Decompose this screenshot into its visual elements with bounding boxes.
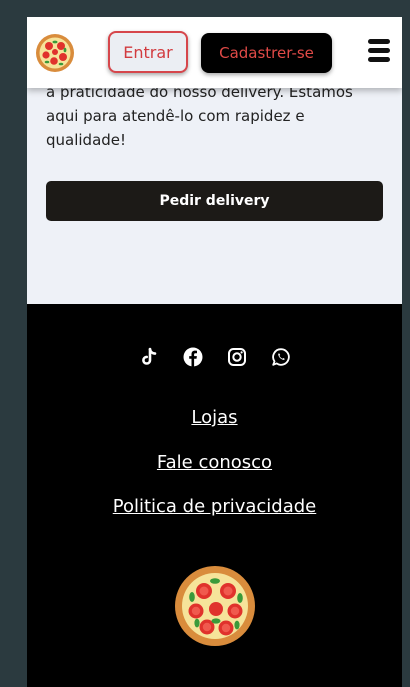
top-header: Entrar Cadastrer-se xyxy=(27,17,402,88)
login-button[interactable]: Entrar xyxy=(108,31,188,73)
pizza-logo-icon[interactable] xyxy=(35,33,75,73)
signup-button[interactable]: Cadastrer-se xyxy=(201,33,332,73)
instagram-icon[interactable] xyxy=(227,347,247,367)
pizza-icon xyxy=(175,566,255,646)
facebook-icon[interactable] xyxy=(183,347,203,367)
menu-bar xyxy=(368,57,390,62)
footer-link-privacidade[interactable]: Politica de privacidade xyxy=(27,496,402,517)
hero-description: a praticidade do nosso delivery. Estamos… xyxy=(46,83,353,149)
hamburger-menu-icon[interactable] xyxy=(368,39,390,63)
menu-bar xyxy=(368,48,390,53)
order-delivery-button[interactable]: Pedir delivery xyxy=(46,181,383,221)
footer: Lojas Fale conosco Politica de privacida… xyxy=(27,304,402,687)
whatsapp-icon[interactable] xyxy=(271,347,291,367)
footer-link-fale-conosco[interactable]: Fale conosco xyxy=(27,452,402,473)
footer-link-lojas[interactable]: Lojas xyxy=(27,407,402,428)
app-frame: Entrar Cadastrer-se a praticidade do nos… xyxy=(27,17,402,687)
tiktok-icon[interactable] xyxy=(139,347,159,367)
menu-bar xyxy=(368,39,390,44)
social-links xyxy=(27,347,402,371)
